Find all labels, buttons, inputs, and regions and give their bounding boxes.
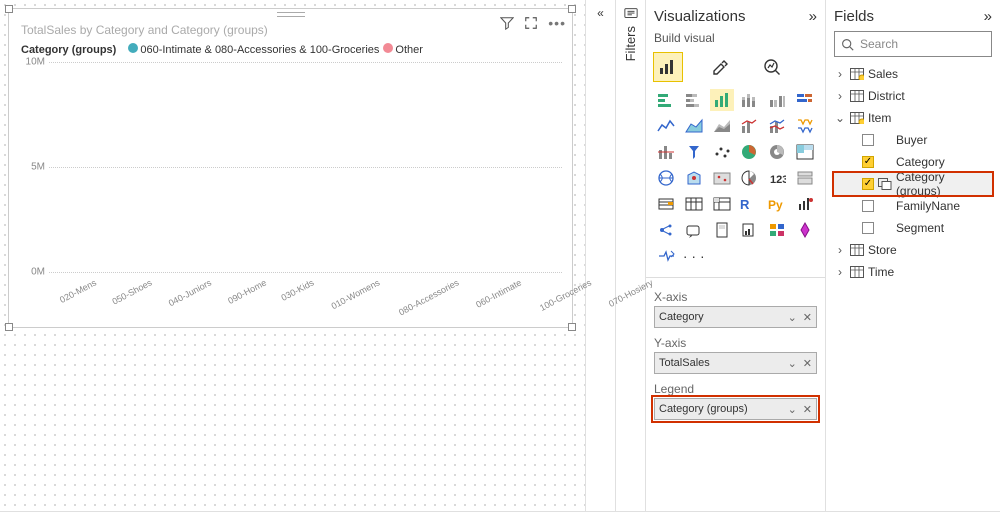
filters-rail[interactable]: Filters bbox=[615, 0, 645, 511]
remove-field-icon[interactable]: ✕ bbox=[803, 357, 812, 370]
filters-label: Filters bbox=[623, 26, 638, 63]
table-row[interactable]: ⌄Item bbox=[834, 107, 992, 129]
fields-panel: Fields » Search ›Sales›District⌄ItemBuye… bbox=[825, 0, 1000, 511]
viz-type-option[interactable] bbox=[765, 115, 789, 137]
chevron-left-icon[interactable]: « bbox=[597, 6, 604, 20]
field-well-legend[interactable]: Category (groups) ⌄✕ bbox=[654, 398, 817, 420]
field-well-xaxis[interactable]: Category ⌄✕ bbox=[654, 306, 817, 328]
viz-type-option[interactable] bbox=[710, 219, 734, 241]
svg-text:Py: Py bbox=[768, 198, 783, 212]
collapse-icon[interactable]: » bbox=[984, 8, 992, 25]
well-label-xaxis: X-axis bbox=[654, 286, 817, 306]
fields-tree: ›Sales›District⌄ItemBuyer✓Category✓Categ… bbox=[834, 63, 992, 283]
viz-type-option[interactable]: 123 bbox=[765, 167, 789, 189]
chart-x-labels: 020-Mens050-Shoes040-Juniors090-Home030-… bbox=[49, 272, 562, 282]
viz-type-option[interactable] bbox=[765, 219, 789, 241]
field-row[interactable]: FamilyNane bbox=[834, 195, 992, 217]
viz-type-option[interactable] bbox=[710, 141, 734, 163]
visualization-type-grid: 123 R Py · · · bbox=[654, 89, 817, 273]
panel-title: Visualizations bbox=[654, 8, 745, 25]
viz-type-option[interactable] bbox=[738, 167, 762, 189]
viz-type-option[interactable] bbox=[765, 89, 789, 111]
viz-type-option[interactable] bbox=[710, 167, 734, 189]
viz-type-option[interactable] bbox=[682, 141, 706, 163]
table-row[interactable]: ›Store bbox=[834, 239, 992, 261]
field-checkbox[interactable]: ✓ bbox=[862, 178, 874, 190]
filters-icon[interactable] bbox=[624, 6, 638, 20]
viz-type-option[interactable] bbox=[654, 193, 678, 215]
viz-type-option[interactable] bbox=[654, 219, 678, 241]
viz-type-option[interactable] bbox=[682, 219, 706, 241]
viz-type-option[interactable] bbox=[738, 89, 762, 111]
viz-type-option[interactable] bbox=[654, 115, 678, 137]
resize-handle[interactable] bbox=[568, 323, 576, 331]
more-visuals[interactable]: · · · bbox=[682, 245, 706, 267]
table-row[interactable]: ›Sales bbox=[834, 63, 992, 85]
viz-type-option[interactable] bbox=[654, 167, 678, 189]
drag-handle[interactable] bbox=[277, 12, 305, 17]
viz-type-option[interactable] bbox=[654, 89, 678, 111]
viz-type-option[interactable] bbox=[682, 115, 706, 137]
viz-type-option[interactable] bbox=[793, 89, 817, 111]
viz-type-option[interactable] bbox=[793, 115, 817, 137]
visualizations-panel: Visualizations » Build visual 123 R Py · · … bbox=[645, 0, 825, 511]
svg-text:123: 123 bbox=[770, 174, 786, 186]
build-visual-tab[interactable] bbox=[654, 53, 682, 81]
search-icon bbox=[841, 38, 854, 51]
viz-type-option[interactable] bbox=[793, 141, 817, 163]
panel-subtitle: Build visual bbox=[654, 31, 817, 49]
viz-type-option[interactable] bbox=[682, 89, 706, 111]
viz-type-option[interactable] bbox=[765, 141, 789, 163]
viz-type-option[interactable] bbox=[654, 245, 678, 267]
field-checkbox[interactable]: ✓ bbox=[862, 156, 874, 168]
viz-type-option[interactable] bbox=[710, 89, 734, 111]
resize-handle[interactable] bbox=[568, 5, 576, 13]
remove-field-icon[interactable]: ✕ bbox=[803, 403, 812, 416]
chevron-down-icon[interactable]: ⌄ bbox=[788, 311, 797, 324]
field-row[interactable]: Buyer bbox=[834, 129, 992, 151]
viz-type-option[interactable] bbox=[738, 141, 762, 163]
field-row[interactable]: Segment bbox=[834, 217, 992, 239]
chart-legend: Category (groups) 060-Intimate & 080-Acc… bbox=[9, 43, 572, 62]
viz-type-option[interactable] bbox=[682, 167, 706, 189]
focus-mode-icon[interactable] bbox=[524, 16, 538, 30]
resize-handle[interactable] bbox=[5, 5, 13, 13]
field-well-yaxis[interactable]: TotalSales ⌄✕ bbox=[654, 352, 817, 374]
viz-type-option[interactable] bbox=[710, 193, 734, 215]
filter-icon[interactable] bbox=[500, 16, 514, 30]
collapse-icon[interactable]: » bbox=[809, 8, 817, 25]
fields-search-input[interactable]: Search bbox=[834, 31, 992, 57]
viz-type-option[interactable] bbox=[682, 193, 706, 215]
field-checkbox[interactable] bbox=[862, 200, 874, 212]
viz-type-option[interactable] bbox=[738, 115, 762, 137]
remove-field-icon[interactable]: ✕ bbox=[803, 311, 812, 324]
viz-type-option[interactable] bbox=[793, 167, 817, 189]
analytics-tab[interactable] bbox=[758, 53, 786, 81]
table-row[interactable]: ›District bbox=[834, 85, 992, 107]
viz-type-option[interactable] bbox=[793, 219, 817, 241]
chart-plot-area: 0M5M10M bbox=[49, 62, 562, 272]
viz-type-option[interactable]: Py bbox=[765, 193, 789, 215]
more-options-icon[interactable]: ••• bbox=[548, 15, 566, 31]
viz-type-option[interactable] bbox=[793, 193, 817, 215]
panel-title: Fields bbox=[834, 8, 874, 25]
field-checkbox[interactable] bbox=[862, 134, 874, 146]
viz-type-option[interactable] bbox=[738, 219, 762, 241]
viz-type-option[interactable] bbox=[654, 141, 678, 163]
well-label-yaxis: Y-axis bbox=[654, 332, 817, 352]
field-row[interactable]: ✓Category (groups) bbox=[834, 173, 992, 195]
well-label-legend: Legend bbox=[654, 378, 817, 398]
collapse-rail[interactable]: « bbox=[585, 0, 615, 511]
resize-handle[interactable] bbox=[5, 323, 13, 331]
table-row[interactable]: ›Time bbox=[834, 261, 992, 283]
viz-type-option[interactable]: R bbox=[738, 193, 762, 215]
viz-type-option[interactable] bbox=[710, 115, 734, 137]
chevron-down-icon[interactable]: ⌄ bbox=[788, 403, 797, 416]
format-visual-tab[interactable] bbox=[706, 53, 734, 81]
chart-visual[interactable]: ••• TotalSales by Category and Category … bbox=[8, 8, 573, 328]
chevron-down-icon[interactable]: ⌄ bbox=[788, 357, 797, 370]
svg-text:R: R bbox=[740, 197, 750, 212]
field-checkbox[interactable] bbox=[862, 222, 874, 234]
report-canvas[interactable]: ••• TotalSales by Category and Category … bbox=[0, 0, 585, 511]
